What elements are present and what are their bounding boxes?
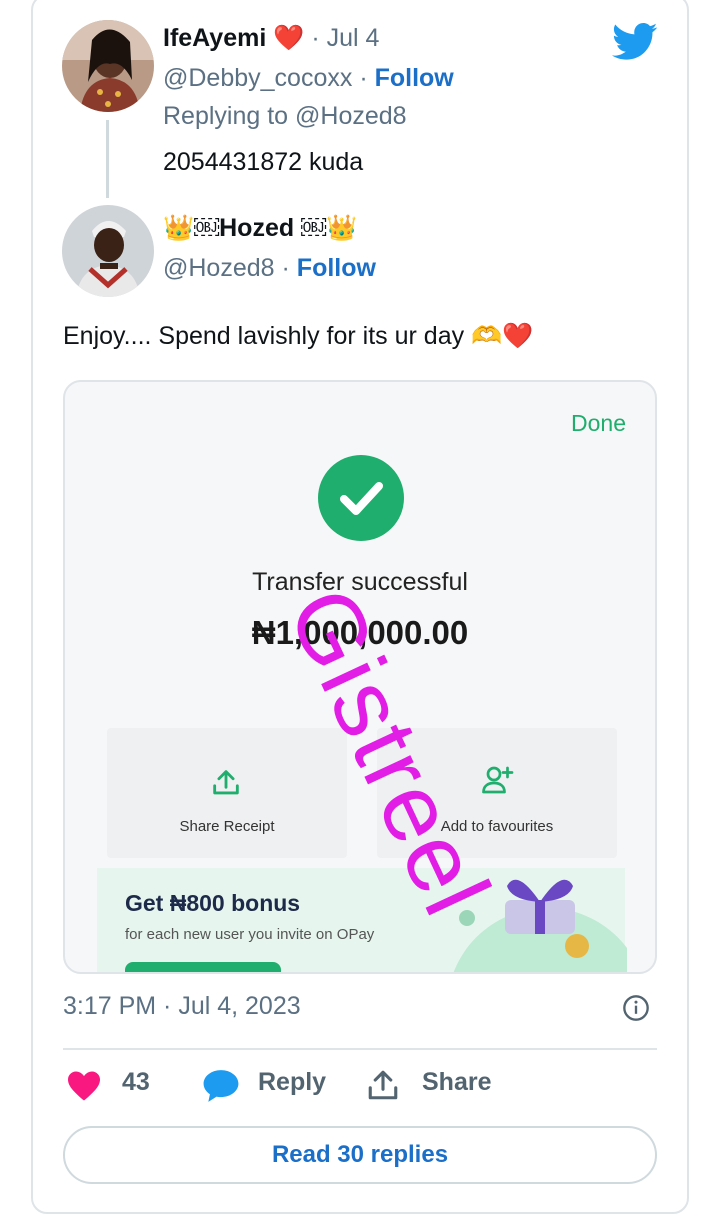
main-handle[interactable]: @Hozed8 [163,254,275,282]
promo-subtitle: for each new user you invite on OPay [125,926,375,943]
replying-to[interactable]: Replying to @Hozed8 [163,102,407,131]
share-button[interactable]: Share [422,1068,491,1097]
reply-author-row: IfeAyemi ❤️ · Jul 4 [163,24,379,53]
share-icon[interactable] [366,1068,400,1102]
promo-invite-button [125,962,281,972]
reply-bubble-icon[interactable] [202,1068,240,1104]
info-icon[interactable] [622,994,650,1022]
main-follow-link[interactable]: Follow [297,254,376,282]
promo-banner: Get ₦800 bonus for each new user you inv… [97,868,627,972]
reply-author-name[interactable]: IfeAyemi [163,24,266,52]
read-replies-button[interactable]: Read 30 replies [63,1126,657,1184]
reply-button[interactable]: Reply [258,1068,326,1097]
like-count: 43 [122,1068,150,1096]
reply-text: 2054431872 kuda [163,148,364,176]
actions-divider [63,1048,657,1050]
success-check-icon [318,455,404,541]
main-handle-row: @Hozed8 · Follow [163,254,376,283]
share-upload-icon [213,770,239,795]
main-follow-sep: · [281,254,290,282]
reply-handle[interactable]: @Debby_cocoxx [163,64,352,92]
share-receipt-label: Share Receipt [179,818,275,835]
add-user-icon [482,766,514,794]
promo-title: Get ₦800 bonus [125,890,301,916]
like-heart-icon[interactable] [66,1070,102,1102]
reply-handle-row: @Debby_cocoxx · Follow [163,64,454,93]
reply-date[interactable]: · Jul 4 [311,24,379,52]
reply-follow-link[interactable]: Follow [375,64,454,92]
receipt-done: Done [571,410,626,436]
avatar-ifeayemi[interactable] [62,20,154,112]
thread-line [106,120,109,198]
heart-emoji: ❤️ [273,24,305,52]
tweet-media-image[interactable]: Done Transfer successful ₦1,000,000.00 S… [63,380,657,974]
twitter-bird-icon[interactable] [612,22,658,62]
tweet-timestamp[interactable]: 3:17 PM · Jul 4, 2023 [63,992,301,1021]
share-receipt-tile: Share Receipt [107,728,347,858]
avatar-hozed[interactable] [62,205,154,297]
main-author-name[interactable]: 👑￼Hozed ￼👑 [163,214,357,243]
reply-follow-sep: · [359,64,368,92]
main-tweet-text: Enjoy.... Spend lavishly for its ur day … [63,322,534,350]
